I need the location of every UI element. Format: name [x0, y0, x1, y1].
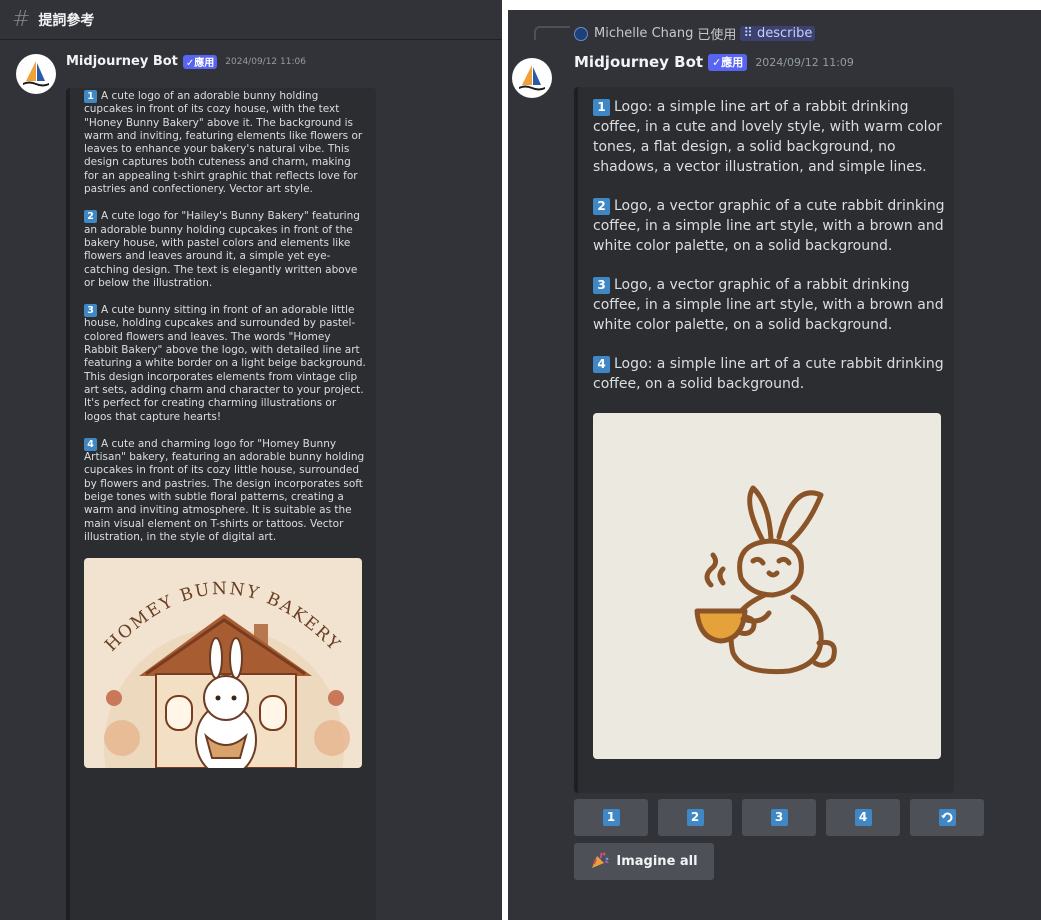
right-panel: Michelle Chang 已使用 ⠿ describe Midjourney…	[508, 10, 1041, 920]
hash-icon: #	[12, 7, 31, 32]
prompt-number: 2	[84, 210, 97, 224]
prompt-text: A cute and charming logo for "Homey Bunn…	[84, 437, 365, 543]
imagine-all-label: Imagine all	[616, 854, 698, 869]
bot-avatar[interactable]	[16, 54, 56, 94]
prompt-text: A cute bunny sitting in front of an ador…	[84, 304, 366, 423]
timestamp: 2024/09/12 11:09	[755, 55, 854, 69]
party-popper-icon	[590, 850, 610, 874]
upscale-button-1[interactable]: 1	[574, 799, 648, 836]
command-reply[interactable]: Michelle Chang 已使用 ⠿ describe	[574, 24, 816, 43]
command-icon: ⠿	[743, 26, 758, 41]
generated-image[interactable]: HOMEY BUNNY BAKERY	[84, 558, 362, 769]
imagine-all-button[interactable]: Imagine all	[574, 843, 714, 880]
prompt-number: 1	[84, 90, 97, 103]
prompt-item: 4 Logo: a simple line art of a cute rabbi…	[593, 354, 945, 394]
app-badge: ✓應用	[708, 53, 748, 71]
refresh-icon	[938, 809, 956, 826]
prompt-item: 2 Logo, a vector graphic of a cute rabbit…	[593, 196, 945, 256]
prompt-number: 4	[84, 437, 97, 451]
bot-avatar[interactable]	[512, 58, 552, 98]
prompt-number: 3	[593, 277, 610, 294]
upscale-button-2[interactable]: 2	[658, 799, 732, 836]
author-name[interactable]: Midjourney Bot	[66, 54, 178, 69]
app-badge: ✓應用	[182, 54, 218, 69]
left-panel: # 提詞參考 Midjourney Bot ✓應用 2024/09/12 11:…	[0, 0, 502, 920]
generated-image[interactable]	[593, 413, 941, 759]
reply-action: 已使用	[697, 28, 737, 43]
channel-header: # 提詞參考	[0, 0, 502, 40]
prompt-text: A cute logo of an adorable bunny holding…	[84, 90, 363, 196]
prompt-text: Logo: a simple line art of a cute rabbit…	[593, 356, 944, 392]
message-header: Midjourney Bot ✓應用 2024/09/12 11:09	[574, 53, 854, 71]
prompt-text: Logo: a simple line art of a rabbit drin…	[593, 99, 942, 175]
prompt-item: 2A cute logo for "Hailey's Bunny Bakery"…	[84, 210, 366, 290]
author-name[interactable]: Midjourney Bot	[574, 53, 703, 71]
upscale-button-3[interactable]: 3	[742, 799, 816, 836]
upscale-button-4[interactable]: 4	[826, 799, 900, 836]
refresh-button[interactable]	[910, 799, 984, 836]
prompt-number: 4	[593, 356, 610, 373]
timestamp: 2024/09/12 11:06	[225, 56, 306, 67]
prompt-number: 1	[593, 99, 610, 116]
reply-connector	[534, 26, 570, 40]
prompt-number: 2	[593, 198, 610, 215]
prompt-item: 4A cute and charming logo for "Homey Bun…	[84, 437, 366, 544]
message-header: Midjourney Bot ✓應用 2024/09/12 11:06	[66, 54, 306, 69]
prompt-text: A cute logo for "Hailey's Bunny Bakery" …	[84, 210, 360, 289]
prompt-item: 1A cute logo of an adorable bunny holdin…	[84, 90, 366, 196]
prompt-item: 3 Logo, a vector graphic of a rabbit drin…	[593, 275, 945, 335]
prompt-item: 3A cute bunny sitting in front of an ado…	[84, 304, 366, 424]
prompt-embed: 1 Logo: a simple line art of a rabbit dri…	[574, 87, 954, 793]
prompt-number: 3	[84, 304, 97, 318]
prompt-text: Logo, a vector graphic of a cute rabbit …	[593, 198, 945, 254]
reply-user[interactable]: Michelle Chang	[594, 26, 693, 41]
user-avatar[interactable]	[574, 26, 588, 41]
prompt-embed: 1A cute logo of an adorable bunny holdin…	[66, 88, 376, 920]
slash-command[interactable]: ⠿ describe	[740, 26, 816, 41]
prompt-text: Logo, a vector graphic of a rabbit drink…	[593, 277, 944, 333]
prompt-item: 1 Logo: a simple line art of a rabbit dri…	[593, 97, 945, 177]
channel-name[interactable]: 提詞參考	[38, 10, 94, 30]
